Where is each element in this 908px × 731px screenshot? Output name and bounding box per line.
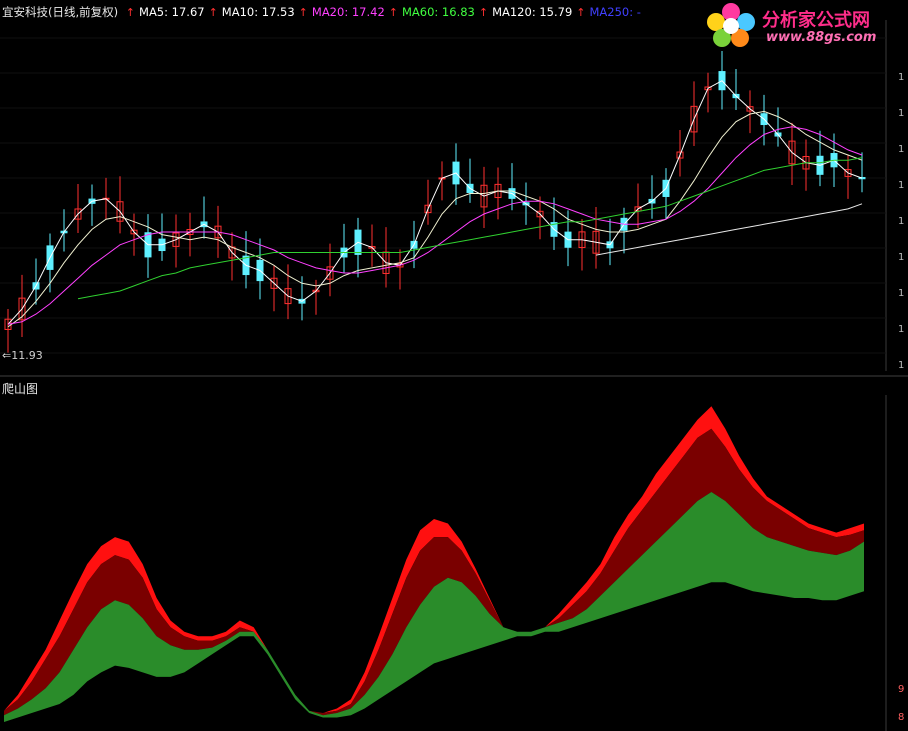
stock-name: 宜安科技(日线,前复权) (2, 5, 119, 19)
ma-arrow-icon: ↑ (125, 6, 136, 19)
ma-arrow-icon: ↑ (478, 6, 489, 19)
price-tick-label: 1 (898, 252, 904, 263)
price-tick-label: 1 (898, 72, 904, 83)
lower-pane-title: 爬山图 (2, 382, 39, 396)
indicator-tick-label: 9 (898, 684, 904, 695)
chart-header: 宜安科技(日线,前复权) ↑ MA5: 17.67 ↑ MA10: 17.53 ↑ MA2… (2, 4, 649, 20)
ma-label: MA10: 17.53 (221, 5, 295, 19)
logo-name: 分析家公式网 (762, 10, 870, 31)
price-tick-label: 1 (898, 216, 904, 227)
price-tick-label: 1 (898, 108, 904, 119)
site-logo: 分析家公式网 www.88gs.com (702, 2, 902, 50)
price-tick-label: 1 (898, 144, 904, 155)
ma-list: ↑ MA5: 17.67 ↑ MA10: 17.53 ↑ MA20: 17.42 ↑ MA60… (126, 5, 645, 19)
ma-arrow-icon: ↑ (576, 6, 586, 19)
price-tick-label: 1 (898, 180, 904, 191)
price-tick-label: 1 (898, 288, 904, 299)
ma-arrow-icon: ↑ (298, 6, 308, 19)
ma-line-ma5 (7, 80, 863, 325)
ma-label: MA250: - (589, 5, 641, 19)
ma-label: MA20: 17.42 (311, 5, 385, 19)
indicator-tick-label: 8 (898, 712, 904, 723)
ma-arrow-icon: ↑ (208, 6, 218, 19)
low-price-value: 11.93 (11, 349, 43, 362)
low-price-label: ⇐11.93 (2, 349, 43, 362)
ma-label: MA5: 17.67 (139, 5, 205, 19)
price-tick-label: 1 (898, 360, 904, 371)
ma-arrow-icon: ↑ (388, 6, 398, 19)
ma-label: MA120: 15.79 (492, 5, 573, 19)
chart-canvas: 1 1 1 1 1 1 1 1 1 9 8 (0, 20, 908, 731)
ma-label: MA60: 16.83 (401, 5, 475, 19)
price-tick-label: 1 (898, 324, 904, 335)
flower-logo-icon (707, 3, 755, 47)
ma-line-ma10 (7, 110, 863, 328)
logo-url: www.88gs.com (766, 30, 877, 45)
